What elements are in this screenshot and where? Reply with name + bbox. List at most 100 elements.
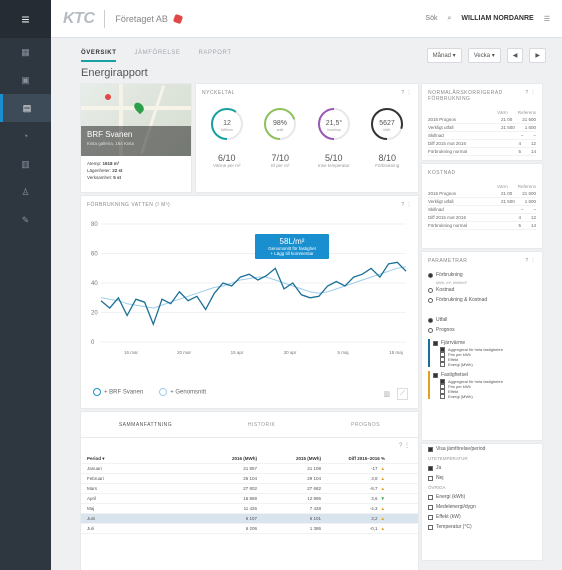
filter-option[interactable]: Förbrukning & Kostnad [422,295,542,305]
help-icon[interactable]: ? ⋮ [401,202,412,208]
prev-button[interactable]: ◀ [506,48,524,63]
tree-checkbox[interactable] [440,362,445,367]
legend-item-avg[interactable]: + Genomsnitt [159,388,206,396]
line-chart-icon[interactable]: ⟋ [397,388,408,400]
filter-option[interactable]: Prognos [422,325,542,335]
x-tick-label: 15 apr [231,350,244,355]
building-icon[interactable]: ▣ [0,66,51,94]
temp-option[interactable]: Nej [422,473,542,483]
other-option[interactable]: Effekt (kW) [422,512,542,522]
row-value: 21 500 [500,125,515,130]
table-row[interactable]: Januari 21 857 21 108 -17 ▲ [81,464,418,474]
tooltip-link[interactable]: + Lägg till kommentar [259,251,325,256]
property-map[interactable]: BRF Svanen Kista galleria, 164 Kista [81,84,191,156]
dashboard-icon[interactable]: ▦ [0,38,51,66]
help-icon[interactable]: ? ⋮ [81,438,418,454]
kpi-gauge[interactable]: 98% snitt 7/10 El per m² [260,104,300,168]
location-pin-icon[interactable] [132,100,146,115]
tree-parent[interactable]: Fjärrvärme [430,339,536,347]
tab-oversikt[interactable]: ÖVERSIKT [81,50,117,62]
property-name: BRF Svanen [87,130,133,139]
help-icon[interactable]: ? ⋮ [401,90,412,96]
radio-button[interactable] [428,297,433,303]
filter-option[interactable]: Utfall [422,315,542,325]
analysis-icon[interactable]: ◔ [0,122,51,150]
table-row[interactable]: Mars 27 802 27 682 -8,7 ▲ [81,484,418,494]
next-button[interactable]: ▶ [529,48,546,63]
report-icon[interactable]: ▤ [0,94,51,122]
row-label: Verkligt utfall [428,125,454,130]
tools-icon[interactable]: ✎ [0,206,51,234]
radio-button[interactable] [428,272,433,278]
kpi-gauge[interactable]: 12 kWh/m² 6/10 Värme per m² [207,104,247,168]
checkbox[interactable] [428,514,433,520]
checkbox[interactable] [428,494,433,500]
table-row[interactable]: Juli 6 206 1 386 -0,1 ▲ [81,524,418,534]
radio-button[interactable] [428,327,433,333]
other-option[interactable]: Energi (kWh) [422,492,542,502]
meter-icon[interactable]: ▥ [0,150,51,178]
help-icon[interactable]: ? ⋮ [525,90,536,102]
users-icon[interactable]: ♙ [0,178,51,206]
table-row[interactable]: Februari 26 104 29 104 3,8 ▲ [81,474,418,484]
tree-parent[interactable]: Fastighetsel [430,371,536,379]
bar-chart-icon[interactable]: ▥ [383,390,390,398]
compare-checkbox[interactable] [428,446,433,452]
tab-historik[interactable]: HISTORIK [248,422,276,428]
tab-prognos[interactable]: PROGNOS [351,422,380,428]
company-name[interactable]: Företaget AB [115,14,168,24]
tab-sammanfattning[interactable]: SAMMANFATTNING [119,422,172,428]
other-option[interactable]: Medelenergi/dygn [422,502,542,512]
compare-option[interactable]: Visa jämförelse/period [422,444,542,454]
other-option[interactable]: Temperatur (°C) [422,522,542,532]
header-diff[interactable]: Diff 2015–2016 % [321,456,385,461]
tree-child[interactable]: Energi (MWh) [430,394,536,399]
radio-button[interactable] [428,317,433,323]
checkbox[interactable] [428,475,433,481]
series-line[interactable] [100,261,407,327]
row-value: 12 [530,141,536,146]
filter-option[interactable]: Kostnad [422,285,542,295]
period-select[interactable]: Månad ▾ [426,48,462,63]
commercial-label: Verksamhet: [87,175,113,180]
header-period[interactable]: Period ▾ [87,456,197,462]
search-label[interactable]: Sök [425,15,437,22]
year-select[interactable]: Vecka ▾ [467,48,501,63]
temp-option[interactable]: Ja [422,463,542,473]
tree-checkbox[interactable] [440,394,445,399]
line-chart[interactable]: 0 20 40 60 80 16 mar 20 mar 15 apr 30 apr 5 maj 18… [81,214,418,384]
header-2015[interactable]: 2015 (MWh) [257,456,321,461]
chart-tooltip[interactable]: 58L/m² Genomsnitt för fastighet + Lägg t… [255,234,329,259]
tab-jamforelse[interactable]: JÄMFÖRELSE [134,50,180,66]
user-menu-icon[interactable]: ☰ [544,15,550,23]
property-card[interactable]: BRF Svanen Kista galleria, 164 Kista Ate… [81,84,191,192]
checkbox[interactable] [428,465,433,471]
table-row[interactable]: Maj 11 426 7 428 -4,3 ▲ [81,504,418,514]
tab-rapport[interactable]: RAPPORT [199,50,232,66]
kpi-gauge[interactable]: 5627 kWh 8/10 Förbrukning [367,104,407,168]
cell-period: Maj [87,506,95,511]
legend-item-brf[interactable]: + BRF Svanen [93,388,143,396]
arrow-up-icon: ▲ [380,466,385,471]
table-row[interactable]: April 16 869 12 896 3,6 ▼ [81,494,418,504]
help-icon[interactable]: ? ⋮ [525,258,536,264]
tree-checkbox[interactable] [433,340,438,346]
table-row: Diff 2015 mot 2016 4 12 [428,140,536,148]
kpi-gauge[interactable]: 21,5° inomhus 5/10 Inne temperatur [314,104,354,168]
table-row: 2016 Prognos 21 00 21 600 [428,190,536,198]
filter-option-label: Förbrukning [436,272,463,278]
filter-option[interactable]: Förbrukning [422,270,542,280]
tree-child[interactable]: Energi (MWh) [430,362,536,367]
checkbox[interactable] [428,504,433,510]
logo[interactable]: KTC [63,10,95,28]
table-row[interactable]: Juni 6 107 6 101 3,2 ▲ [81,514,418,524]
checkbox[interactable] [428,524,433,530]
search-icon[interactable]: ⌕ [447,15,451,23]
menu-icon[interactable]: ≡ [0,0,51,38]
user-name[interactable]: WILLIAM NORDANRE [461,15,533,22]
radio-button[interactable] [428,287,433,293]
header-2016[interactable]: 2016 (MWh) [197,456,257,461]
series-line[interactable] [100,266,407,309]
row-values: 5 14 [518,223,536,228]
tree-checkbox[interactable] [433,372,438,378]
